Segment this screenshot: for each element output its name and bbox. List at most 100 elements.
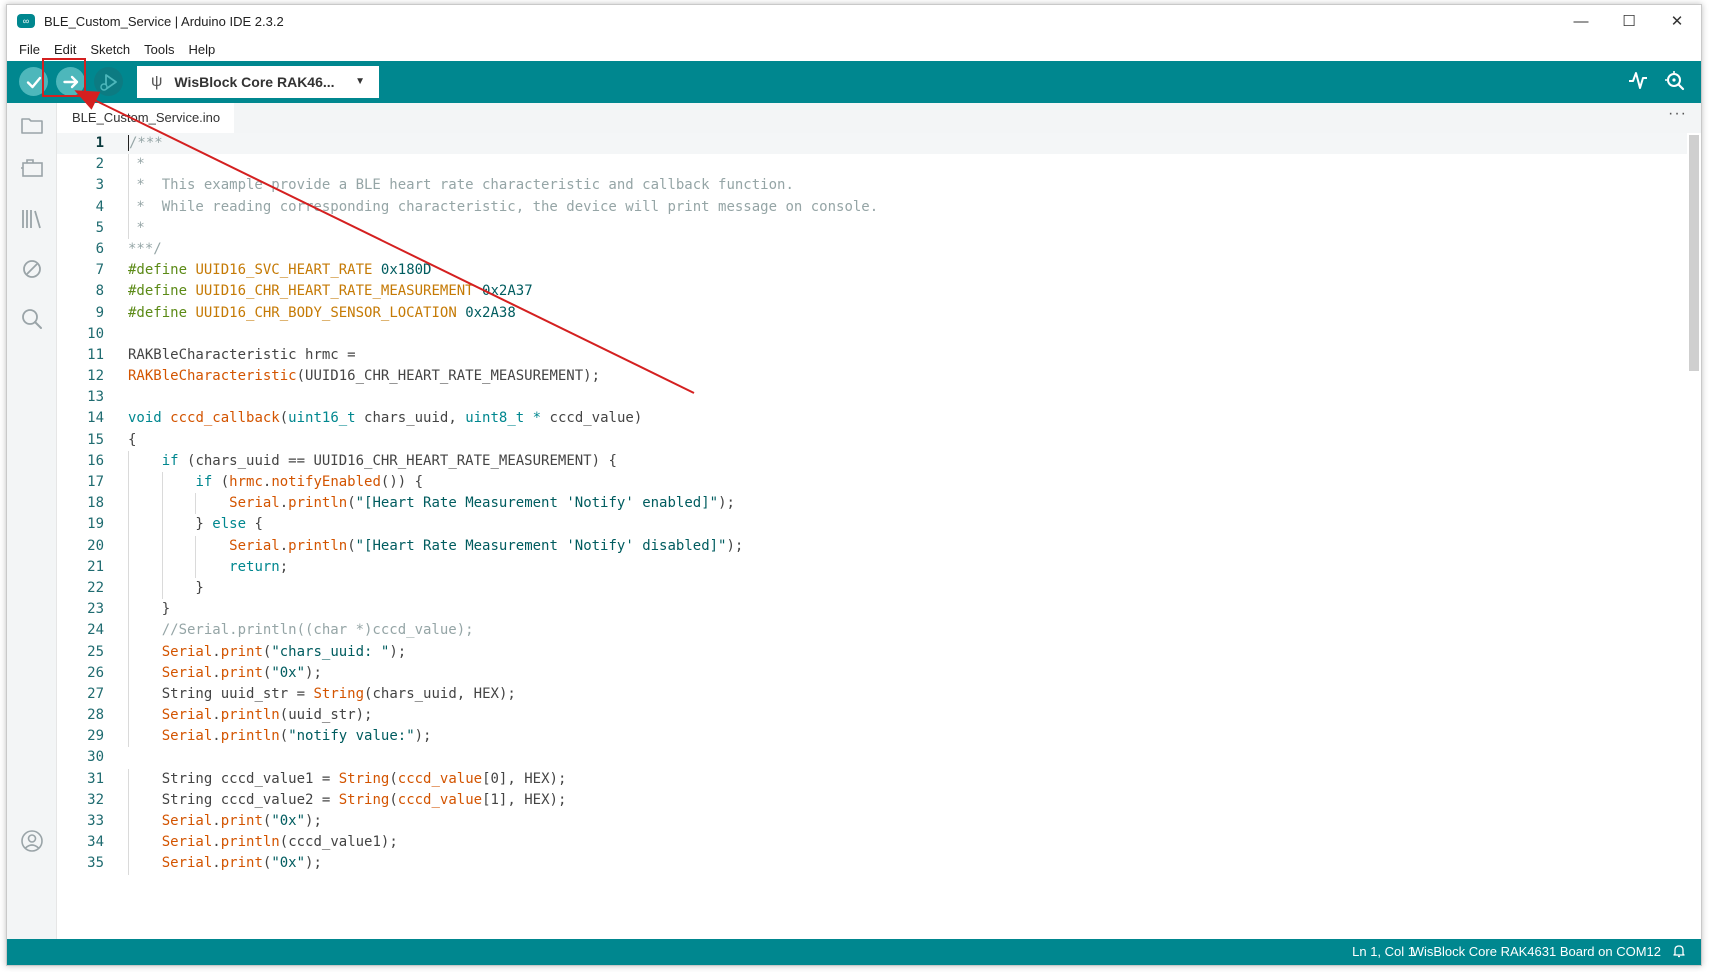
debug-disabled-icon[interactable] xyxy=(18,255,46,283)
code-text[interactable]: Serial.print("0x"); xyxy=(128,663,322,684)
code-text[interactable]: String cccd_value2 = String(cccd_value[1… xyxy=(128,790,567,811)
code-text[interactable]: } xyxy=(128,599,170,620)
account-icon[interactable] xyxy=(18,827,46,855)
code-text[interactable]: #define UUID16_SVC_HEART_RATE 0x180D xyxy=(128,260,431,281)
code-line[interactable]: 22 } xyxy=(57,577,1687,600)
verify-button[interactable] xyxy=(19,67,48,96)
code-line[interactable]: 7 #define UUID16_SVC_HEART_RATE 0x180D xyxy=(57,260,1687,281)
code-line[interactable]: 34 Serial.println(cccd_value1); xyxy=(57,832,1687,854)
code-line[interactable]: 11 RAKBleCharacteristic hrmc = xyxy=(57,345,1687,366)
code-line[interactable]: 29 Serial.println("notify value:"); xyxy=(57,726,1687,748)
minimize-button[interactable]: — xyxy=(1557,5,1605,37)
board-port-status[interactable]: WisBlock Core RAK4631 Board on COM12 xyxy=(1412,944,1661,959)
code-line[interactable]: 18 Serial.println("[Heart Rate Measureme… xyxy=(57,493,1687,515)
code-text[interactable]: Serial.print("0x"); xyxy=(128,853,322,874)
code-line[interactable]: 13 xyxy=(57,387,1687,408)
code-line[interactable]: 33 Serial.print("0x"); xyxy=(57,811,1687,833)
code-text[interactable]: Serial.println("[Heart Rate Measurement … xyxy=(128,493,735,514)
library-icon[interactable] xyxy=(18,205,46,233)
code-text[interactable]: * xyxy=(128,154,144,175)
code-line[interactable]: 17 if (hrmc.notifyEnabled()) { xyxy=(57,472,1687,494)
menu-help[interactable]: Help xyxy=(181,42,222,57)
code-line[interactable]: 32 String cccd_value2 = String(cccd_valu… xyxy=(57,789,1687,811)
code-text[interactable]: Serial.println("notify value:"); xyxy=(128,726,432,747)
line-number: 22 xyxy=(87,579,104,596)
code-line[interactable]: 26 Serial.print("0x"); xyxy=(57,662,1687,684)
code-line[interactable]: 35 Serial.print("0x"); xyxy=(57,853,1687,875)
bell-icon[interactable] xyxy=(1671,943,1687,959)
code-line[interactable]: 5 * xyxy=(57,217,1687,239)
code-line[interactable]: 9 #define UUID16_CHR_BODY_SENSOR_LOCATION… xyxy=(57,303,1687,324)
code-lines[interactable]: 1/*** 2 * 3 * This example provide a BLE h… xyxy=(57,133,1687,875)
code-text[interactable]: Serial.println(cccd_value1); xyxy=(128,832,398,853)
code-line[interactable]: 21 return; xyxy=(57,556,1687,578)
code-line[interactable]: 12 RAKBleCharacteristic(UUID16_CHR_HEART_… xyxy=(57,366,1687,387)
code-line[interactable]: 6 ***/ xyxy=(57,239,1687,260)
code-line[interactable]: 4 * While reading corresponding characte… xyxy=(57,196,1687,218)
code-line[interactable]: 31 String cccd_value1 = String(cccd_valu… xyxy=(57,768,1687,790)
code-text[interactable]: void cccd_callback(uint16_t chars_uuid, … xyxy=(128,408,642,429)
menu-file[interactable]: File xyxy=(12,42,47,57)
upload-button[interactable] xyxy=(56,67,85,96)
code-text[interactable]: Serial.print("0x"); xyxy=(128,811,322,832)
code-line[interactable]: 8 #define UUID16_CHR_HEART_RATE_MEASUREME… xyxy=(57,281,1687,302)
code-text[interactable]: /*** xyxy=(128,133,163,154)
code-text[interactable]: } xyxy=(128,578,203,599)
code-text[interactable]: #define UUID16_CHR_HEART_RATE_MEASUREMEN… xyxy=(128,281,533,302)
code-text[interactable]: String uuid_str = String(chars_uuid, HEX… xyxy=(128,684,516,705)
code-text[interactable]: ***/ xyxy=(128,239,162,260)
code-line[interactable]: 2 * xyxy=(57,154,1687,176)
code-text[interactable]: * This example provide a BLE heart rate … xyxy=(128,175,793,196)
indent-guide xyxy=(128,811,129,833)
code-line[interactable]: 19 } else { xyxy=(57,514,1687,536)
code-line[interactable]: 27 String uuid_str = String(chars_uuid, … xyxy=(57,683,1687,706)
more-options-icon[interactable]: ··· xyxy=(1668,105,1687,123)
code-line[interactable]: 10 xyxy=(57,324,1687,345)
code-text[interactable]: String cccd_value1 = String(cccd_value[0… xyxy=(128,769,567,790)
serial-plotter-button[interactable] xyxy=(1627,69,1649,97)
code-text[interactable]: if (hrmc.notifyEnabled()) { xyxy=(128,472,423,493)
code-line[interactable]: 20 Serial.println("[Heart Rate Measureme… xyxy=(57,535,1687,557)
code-text[interactable]: * While reading corresponding characteri… xyxy=(128,197,878,218)
code-line[interactable]: 28 Serial.println(uuid_str); xyxy=(57,705,1687,727)
code-line[interactable]: 24 //Serial.println((char *)cccd_value); xyxy=(57,620,1687,642)
board-manager-icon[interactable] xyxy=(18,155,46,183)
code-text[interactable]: * xyxy=(128,218,144,239)
code-line[interactable]: 30 xyxy=(57,747,1687,768)
close-button[interactable]: ✕ xyxy=(1653,5,1701,37)
code-text[interactable]: RAKBleCharacteristic hrmc = xyxy=(128,345,356,366)
cursor-position[interactable]: Ln 1, Col 1 xyxy=(1352,944,1415,959)
code-text[interactable]: RAKBleCharacteristic(UUID16_CHR_HEART_RA… xyxy=(128,366,600,387)
menu-tools[interactable]: Tools xyxy=(137,42,181,57)
code-text[interactable]: //Serial.println((char *)cccd_value); xyxy=(128,620,474,641)
code-text[interactable]: Serial.print("chars_uuid: "); xyxy=(128,642,406,663)
menu-sketch[interactable]: Sketch xyxy=(83,42,137,57)
code-text[interactable]: Serial.println(uuid_str); xyxy=(128,705,373,726)
code-text[interactable]: { xyxy=(128,430,136,451)
code-line[interactable]: 25 Serial.print("chars_uuid: "); xyxy=(57,641,1687,663)
code-text[interactable]: return; xyxy=(128,557,288,578)
line-number: 20 xyxy=(87,537,104,554)
code-text[interactable]: if (chars_uuid == UUID16_CHR_HEART_RATE_… xyxy=(128,451,617,472)
board-selector[interactable]: ψ WisBlock Core RAK46... ▼ xyxy=(137,66,379,98)
search-icon[interactable] xyxy=(18,305,46,333)
debug-button[interactable] xyxy=(94,67,123,96)
code-line[interactable]: 14 void cccd_callback(uint16_t chars_uuid… xyxy=(57,408,1687,429)
code-line[interactable]: 16 if (chars_uuid == UUID16_CHR_HEART_RA… xyxy=(57,450,1687,472)
scrollbar-thumb[interactable] xyxy=(1689,135,1699,371)
code-line[interactable]: 1 /*** xyxy=(57,133,1687,155)
serial-monitor-button[interactable] xyxy=(1663,69,1687,99)
code-text[interactable]: Serial.println("[Heart Rate Measurement … xyxy=(128,536,743,557)
folder-icon[interactable] xyxy=(18,111,46,139)
code-line[interactable]: 15 { xyxy=(57,430,1687,451)
line-number: 19 xyxy=(87,516,104,533)
vertical-scrollbar[interactable] xyxy=(1687,133,1701,939)
maximize-button[interactable]: ☐ xyxy=(1605,5,1653,37)
tab-ble-custom-service[interactable]: BLE_Custom_Service.ino xyxy=(57,103,235,133)
code-editor[interactable]: 1/*** 2 * 3 * This example provide a BLE h… xyxy=(57,133,1701,939)
code-text[interactable]: } else { xyxy=(128,514,262,535)
code-line[interactable]: 23 } xyxy=(57,599,1687,621)
menu-edit[interactable]: Edit xyxy=(47,42,83,57)
code-line[interactable]: 3 * This example provide a BLE heart rat… xyxy=(57,175,1687,197)
code-text[interactable]: #define UUID16_CHR_BODY_SENSOR_LOCATION … xyxy=(128,303,516,324)
